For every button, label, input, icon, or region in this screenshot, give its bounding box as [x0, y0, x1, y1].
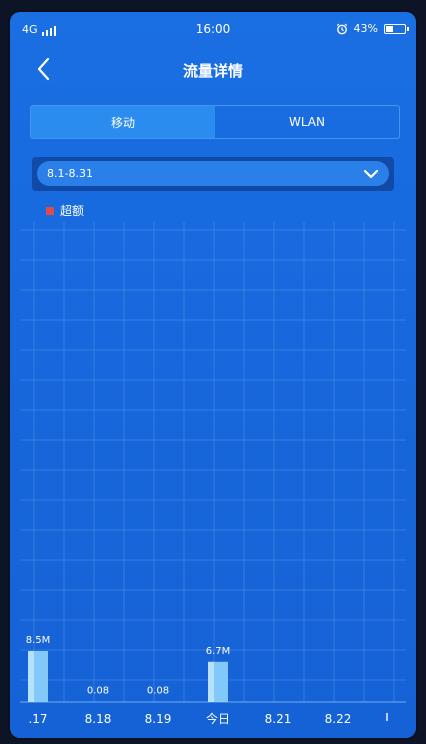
data-label: 0.08	[87, 686, 109, 697]
page-title: 流量详情	[182, 62, 243, 80]
bar-highlight	[208, 661, 214, 702]
x-tick-label: .17	[28, 712, 47, 726]
network-tabs: 移动 WLAN	[30, 105, 400, 139]
data-label: 6.7M	[206, 646, 231, 657]
phone-screen: 4G 16:00 43% 流量详情 移动 WLAN 8.1-8.31 超额 8.…	[10, 12, 416, 738]
battery-fill	[386, 25, 394, 32]
date-range-value: 8.1-8.31	[37, 161, 389, 186]
x-tick-label: 8.18	[85, 712, 112, 726]
tab-wlan[interactable]: WLAN	[215, 106, 399, 138]
data-label: 0.08	[147, 686, 169, 697]
x-tick-label: 8.19	[145, 712, 172, 726]
usage-chart: 8.5M .17 0.08 8.18 0.08 8.19 6.7M 今日 8.21 8.22	[20, 222, 406, 726]
app-header: 流量详情	[10, 52, 416, 92]
status-right: 43%	[336, 22, 409, 35]
tab-mobile[interactable]: 移动	[31, 106, 215, 138]
bar-highlight	[28, 651, 34, 702]
battery-icon	[384, 23, 409, 34]
x-tick-label: 8.22	[325, 712, 352, 726]
status-bar: 4G 16:00 43%	[10, 12, 416, 44]
x-tick-label: 今日	[206, 711, 230, 726]
chevron-down-icon	[363, 169, 379, 179]
date-range-selector[interactable]: 8.1-8.31	[32, 157, 394, 191]
scroll-indicator	[386, 713, 388, 721]
data-label: 8.5M	[26, 635, 51, 646]
battery-percent: 43%	[353, 22, 378, 35]
alarm-icon	[336, 23, 347, 34]
x-tick-label: 8.21	[265, 712, 292, 726]
